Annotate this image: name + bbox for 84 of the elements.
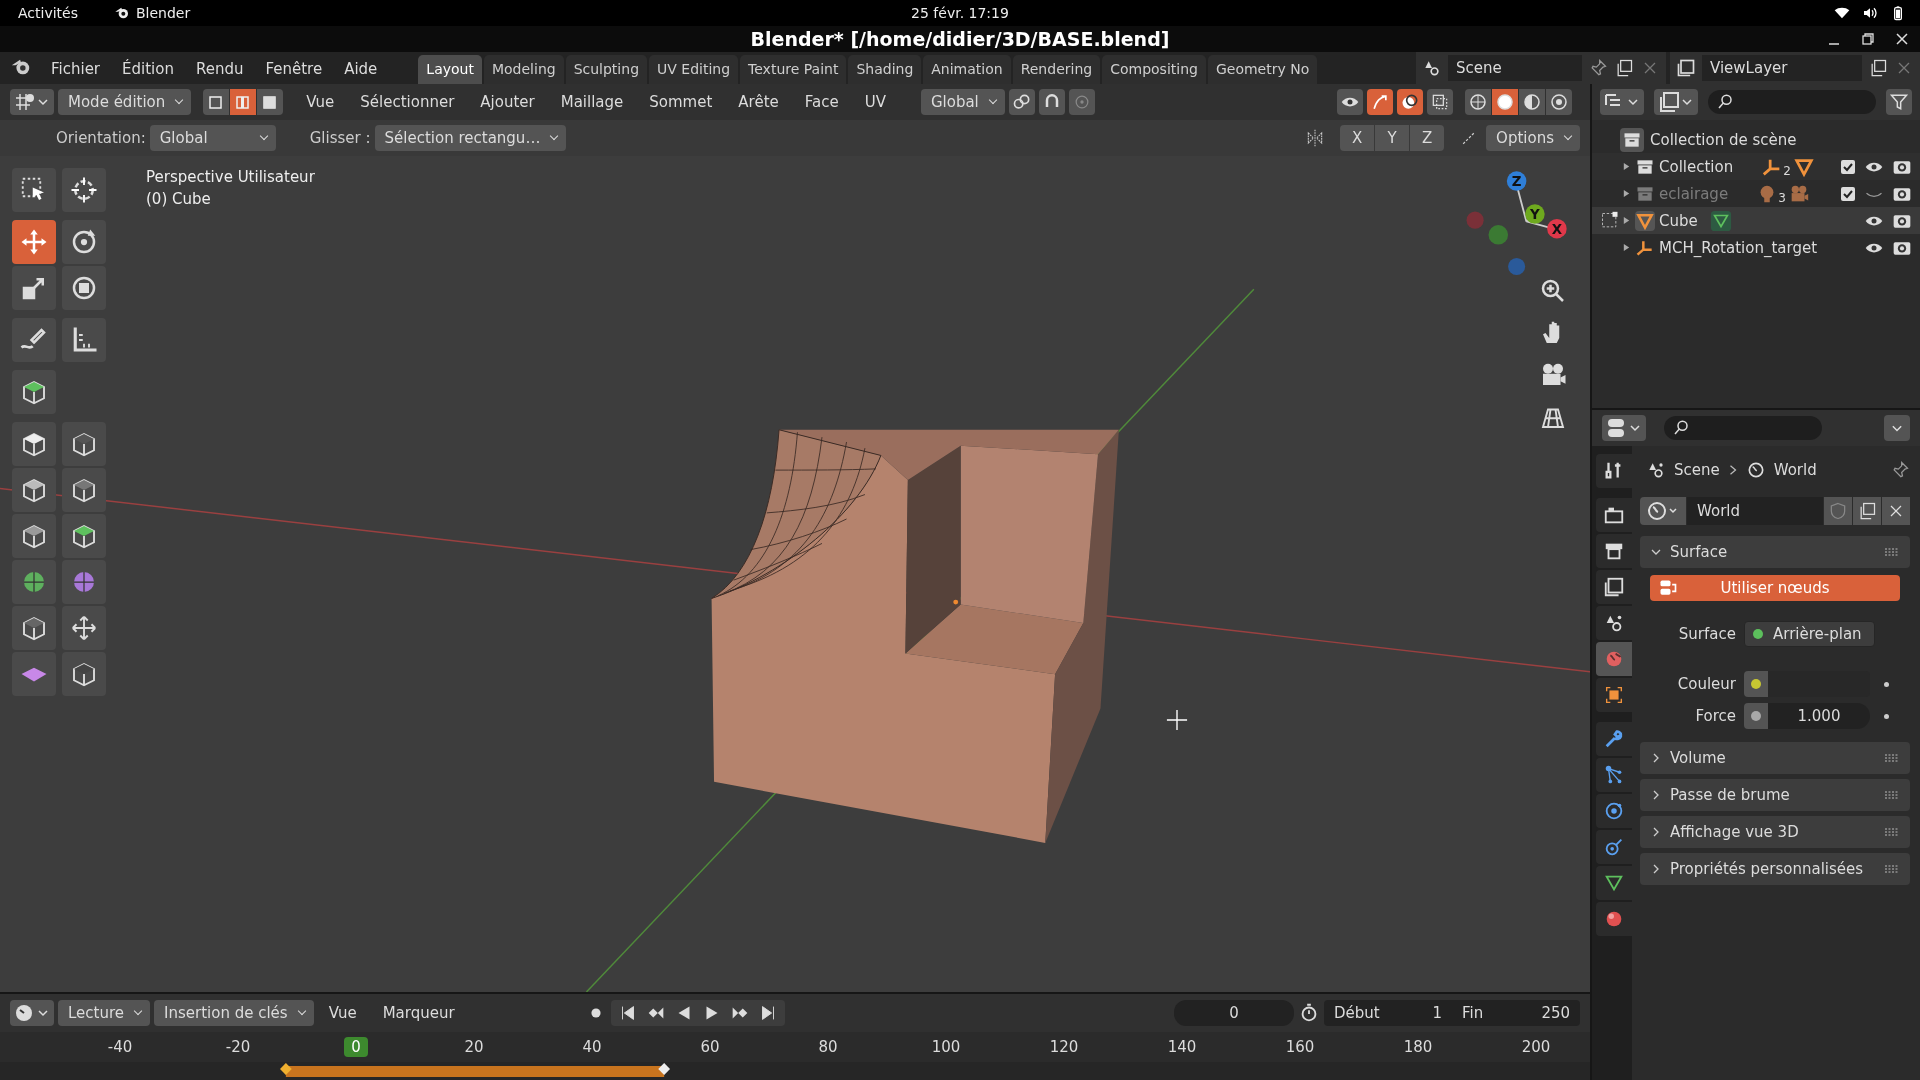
panel-header[interactable]: Propriétés personnalisées <box>1640 853 1910 885</box>
app-name[interactable]: Blender <box>136 5 191 21</box>
timeline-menu[interactable]: Insertion de clés <box>154 1000 314 1026</box>
tree-item[interactable]: Collection <box>1659 157 1734 176</box>
view-layer-selector[interactable]: ViewLayer <box>1670 52 1920 84</box>
workspace-tab[interactable]: Modeling <box>483 55 564 84</box>
timeline-menu[interactable]: Marqueur <box>371 998 466 1028</box>
current-frame-field[interactable]: 0 <box>1174 1000 1294 1026</box>
menu-item[interactable]: Sommet <box>638 87 724 117</box>
options-dropdown[interactable]: Options <box>1486 125 1580 151</box>
menu-item[interactable]: Sélectionner <box>349 87 466 117</box>
playhead[interactable]: 0 <box>344 1037 368 1057</box>
menu-item[interactable]: Face <box>793 87 850 117</box>
world-name-field[interactable]: World <box>1687 497 1823 525</box>
workspace-tab[interactable]: Rendering <box>1012 55 1101 84</box>
start-frame-field[interactable]: Début 1 <box>1324 1000 1452 1026</box>
timeline-menu[interactable]: Vue <box>317 998 368 1028</box>
activities-button[interactable]: Activités <box>18 5 78 21</box>
menu-item[interactable]: Fichier <box>40 54 112 84</box>
drag-dropdown[interactable]: Sélection rectangu… <box>374 125 567 151</box>
axis-handle[interactable]: Z <box>1506 171 1527 191</box>
mirror-axis-toggle[interactable]: Z <box>1410 125 1445 151</box>
frame-number: 160 <box>1284 1037 1316 1057</box>
tree-item[interactable]: Cube <box>1659 211 1698 230</box>
workspace-tab[interactable]: Compositing <box>1102 55 1206 84</box>
menu-item[interactable]: Maillage <box>549 87 635 117</box>
field-label: Force <box>1694 707 1736 725</box>
frame-number: 80 <box>817 1037 839 1057</box>
timeline-menu[interactable]: Lecture <box>58 1000 151 1026</box>
frame-number: 180 <box>1402 1037 1434 1057</box>
tree-item[interactable]: Collection de scène <box>1650 130 1797 149</box>
scene-selector[interactable]: Scene <box>1416 52 1666 84</box>
workspace-tab[interactable]: Geometry No <box>1207 55 1318 84</box>
field-label: Surface <box>1677 625 1736 643</box>
mode-dropdown[interactable]: Mode édition <box>58 89 192 115</box>
number-field[interactable]: 1.000 <box>1768 703 1870 729</box>
frame-number: 60 <box>699 1037 721 1057</box>
workspace-tab[interactable]: Animation <box>923 55 1011 84</box>
window-title: Blender* [/home/didier/3D/BASE.blend] <box>750 28 1170 50</box>
frame-number: 40 <box>581 1037 603 1057</box>
use-nodes-button[interactable]: Utiliser nœuds <box>1650 575 1900 601</box>
frame-number: 20 <box>463 1037 485 1057</box>
shader-link-button[interactable]: Arrière-plan <box>1744 621 1875 647</box>
panel-header[interactable]: Surface <box>1640 536 1910 568</box>
frame-number: 200 <box>1520 1037 1552 1057</box>
workspace-tab[interactable]: Texture Paint <box>740 55 847 84</box>
workspace-tab[interactable]: UV Editing <box>649 55 739 84</box>
clock[interactable]: 25 févr. 17:19 <box>911 5 1009 21</box>
menu-item[interactable]: Arête <box>727 87 790 117</box>
menu-item[interactable]: Édition <box>111 54 185 84</box>
frame-number: 140 <box>1166 1037 1198 1057</box>
count: 2 <box>1783 163 1791 178</box>
frame-number: 100 <box>930 1037 962 1057</box>
orientation-label: Orientation: <box>56 129 146 147</box>
frame-number: -20 <box>224 1037 252 1057</box>
menu-item[interactable]: Fenêtre <box>254 54 334 84</box>
breadcrumb-item: World <box>1773 461 1817 479</box>
menu-item[interactable]: UV <box>853 87 897 117</box>
workspace-tab[interactable]: Layout <box>418 55 482 84</box>
panel-header[interactable]: Volume <box>1640 742 1910 774</box>
end-frame-field[interactable]: Fin 250 <box>1452 1000 1580 1026</box>
object-name: (0) Cube <box>146 190 212 208</box>
mirror-axis-toggle[interactable]: Y <box>1375 125 1410 151</box>
drag-label: Glisser : <box>309 129 371 147</box>
menu-item[interactable]: Aide <box>333 54 389 84</box>
workspace-tab[interactable]: Shading <box>848 55 922 84</box>
panel-header[interactable]: Passe de brume <box>1640 779 1910 811</box>
axis-handle[interactable]: X <box>1547 218 1567 239</box>
frame-number: 120 <box>1048 1037 1080 1057</box>
count: 3 <box>1778 190 1786 205</box>
menu-item[interactable]: Vue <box>295 87 346 117</box>
menu-item[interactable]: Ajouter <box>469 87 546 117</box>
orientation-dropdown[interactable]: Global <box>920 89 1005 115</box>
tree-item[interactable]: MCH_Rotation_target <box>1659 238 1818 257</box>
orientation-dropdown[interactable]: Global <box>149 125 276 151</box>
menu-item[interactable]: Rendu <box>184 54 255 84</box>
frame-number: -40 <box>106 1037 134 1057</box>
workspace-tab[interactable]: Sculpting <box>565 55 647 84</box>
axis-handle[interactable]: Y <box>1525 204 1545 224</box>
view-name: Perspective Utilisateur <box>146 168 315 186</box>
breadcrumb-item: Scene <box>1674 461 1720 479</box>
field-label: Couleur <box>1676 675 1736 693</box>
panel-header[interactable]: Affichage vue 3D <box>1640 816 1910 848</box>
mirror-axis-toggle[interactable]: X <box>1340 125 1375 151</box>
